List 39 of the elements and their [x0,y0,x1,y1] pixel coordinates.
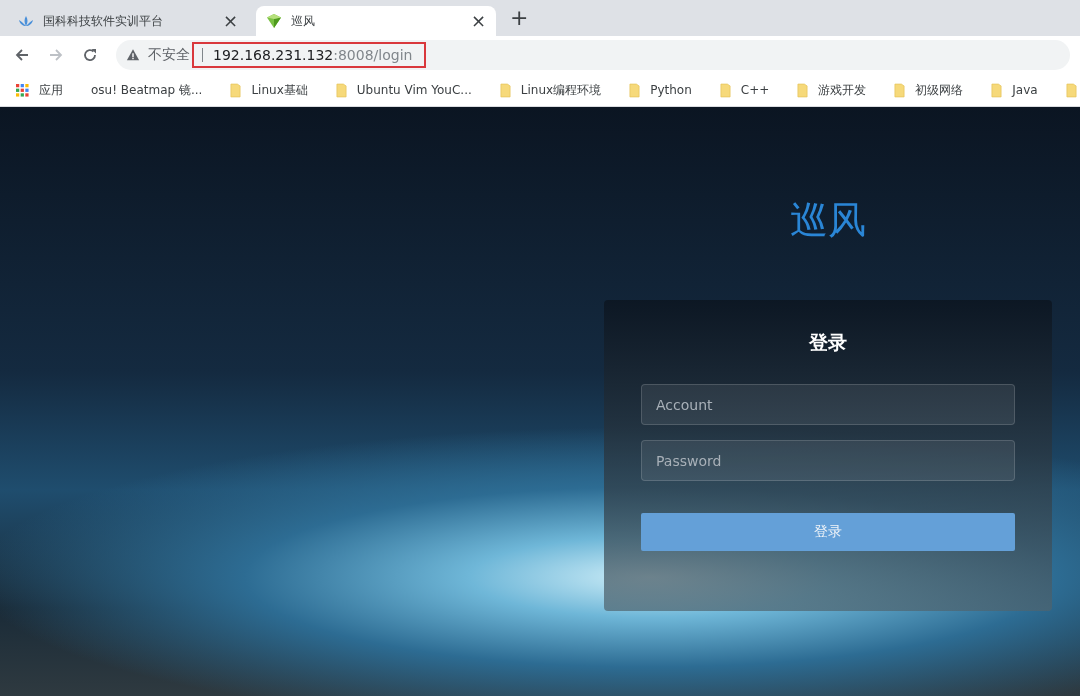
address-bar[interactable]: 不安全 192.168.231.132:8008/login [116,40,1070,70]
bookmark-link[interactable]: Linux基础 [251,81,308,99]
bookmark-link[interactable]: 应用 [39,81,63,99]
folder-icon[interactable] [991,82,1003,98]
url-host: 192.168.231.132 [213,47,334,63]
new-tab-button[interactable]: + [510,7,529,29]
apps-grid-icon[interactable] [16,83,29,97]
folder-icon[interactable] [629,82,641,98]
warning-icon [126,48,140,62]
folder-icon[interactable] [499,82,511,98]
folder-icon[interactable] [1065,82,1077,98]
forward-icon[interactable] [48,47,64,63]
tab-title: 巡风 [291,12,316,30]
site-logo: 巡风 [790,197,866,244]
folder-icon[interactable] [335,82,347,98]
bookmark-link[interactable]: Ubuntu Vim YouC... [356,83,472,97]
divider-bar [202,48,203,62]
folder-icon[interactable] [797,82,809,98]
browser-tab[interactable]: 巡风 × [256,6,496,36]
bookmark-link[interactable]: 游戏开发 [818,81,867,99]
close-icon[interactable]: × [222,12,238,30]
tab-title: 国科科技软件实训平台 [43,12,164,30]
bookmark-link[interactable]: 初级网络 [915,81,964,99]
browser-tab[interactable]: 国科科技软件实训平台 × [8,6,248,36]
bookmark-link[interactable]: Python [650,83,692,97]
folder-icon[interactable] [230,82,242,98]
bookmark-link[interactable]: osu! Beatmap 镜... [91,81,203,99]
bookmark-link[interactable]: Java [1012,83,1038,97]
back-icon[interactable] [14,47,30,63]
folder-icon[interactable] [719,82,731,98]
cube-icon [266,13,282,29]
reload-icon[interactable] [82,47,98,63]
close-icon[interactable]: × [470,12,486,30]
bookmark-link[interactable]: C++ [740,83,770,97]
bookmark-link[interactable]: Linux编程环境 [520,81,602,99]
url-path: :8008/login [333,47,413,63]
login-title: 登录 [809,330,847,355]
security-label: 不安全 [148,46,190,64]
folder-icon[interactable] [894,82,906,98]
